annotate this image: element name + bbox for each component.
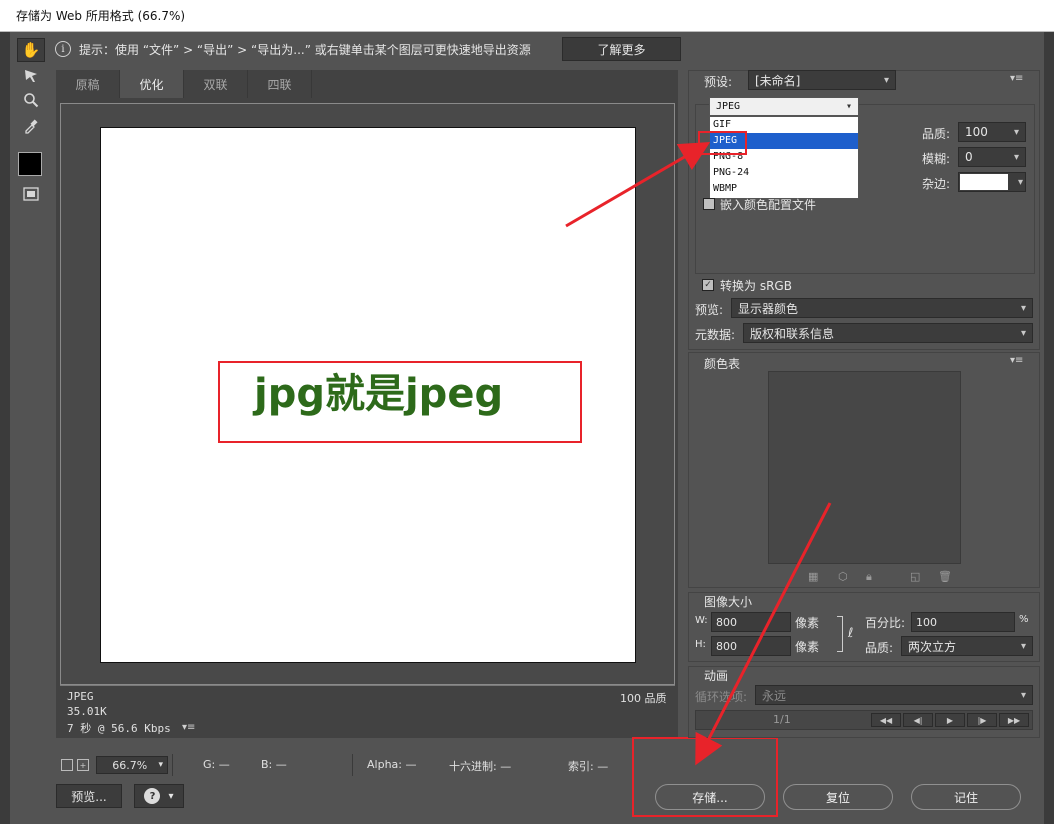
arrow-to-save-button (695, 502, 832, 766)
annotation-arrows (565, 141, 832, 766)
arrow-to-jpeg-option (565, 141, 711, 228)
